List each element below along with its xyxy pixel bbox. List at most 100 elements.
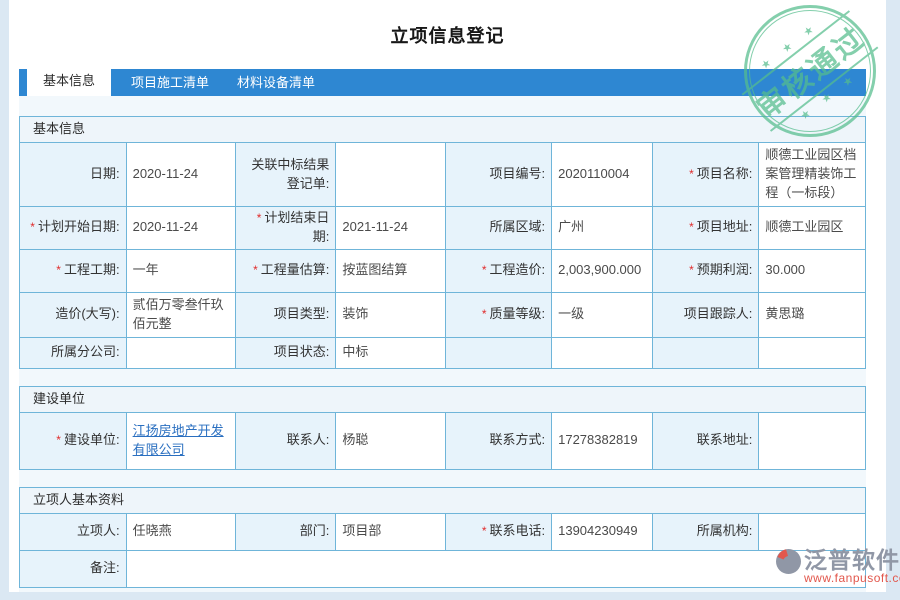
fanpu-logo: 泛普软件 www.fanpusoft.com	[775, 548, 900, 585]
field-label	[652, 337, 759, 368]
construction-unit-table: *建设单位: 江扬房地产开发有限公司 联系人: 杨聪 联系方式: 1727838…	[19, 412, 866, 470]
field-label-text: 项目跟踪人:	[684, 306, 753, 321]
field-value: 17278382819	[552, 412, 653, 469]
field-value	[759, 513, 866, 550]
field-label: 备注:	[20, 550, 127, 587]
field-value: 项目部	[336, 513, 445, 550]
field-label-text: 立项人:	[77, 523, 120, 538]
required-asterisk: *	[30, 220, 35, 234]
construction-unit-link[interactable]: 江扬房地产开发有限公司	[133, 423, 224, 457]
field-label-text: 日期:	[90, 166, 120, 181]
field-label-text: 联系地址:	[697, 432, 753, 447]
field-value: 贰佰万零叁仟玖佰元整	[126, 292, 235, 337]
fanpu-logo-text: 泛普软件 www.fanpusoft.com	[804, 548, 900, 585]
field-label: *质量等级:	[445, 292, 552, 337]
field-value: 2,003,900.000	[552, 249, 653, 292]
field-label: *工程造价:	[445, 249, 552, 292]
remark-value	[126, 550, 865, 587]
table-row: *建设单位: 江扬房地产开发有限公司 联系人: 杨聪 联系方式: 1727838…	[20, 412, 866, 469]
table-row: 备注:	[20, 550, 866, 587]
field-value: 装饰	[336, 292, 445, 337]
field-label: *计划开始日期:	[20, 207, 127, 250]
table-row: 造价(大写): 贰佰万零叁仟玖佰元整 项目类型: 装饰 *质量等级: 一级 项目…	[20, 292, 866, 337]
field-label-text: 备注:	[90, 560, 120, 575]
required-asterisk: *	[689, 220, 694, 234]
field-label-text: 项目类型:	[274, 306, 330, 321]
field-label-text: 所属机构:	[697, 523, 753, 538]
field-label-text: 项目名称:	[697, 166, 753, 181]
field-label: *工程工期:	[20, 249, 127, 292]
field-value: 2020-11-24	[126, 143, 235, 207]
table-row: *计划开始日期: 2020-11-24 *计划结束日期: 2021-11-24 …	[20, 207, 866, 250]
field-label-text: 预期利润:	[697, 262, 753, 277]
field-label-text: 计划结束日期:	[264, 210, 329, 244]
required-asterisk: *	[482, 263, 487, 277]
field-label: 项目编号:	[445, 143, 552, 207]
field-label-text: 工程工期:	[64, 262, 120, 277]
tab-project-construction-list[interactable]: 项目施工清单	[117, 69, 223, 96]
field-value: 中标	[336, 337, 445, 368]
field-value: 2021-11-24	[336, 207, 445, 250]
section-applicant-info: 立项人基本资料 立项人: 任晓燕 部门: 项目部 *联系电话: 13904230…	[19, 487, 866, 588]
fanpu-logo-url: www.fanpusoft.com	[804, 572, 900, 585]
basic-info-table: 日期: 2020-11-24 关联中标结果登记单: 项目编号: 20201100…	[19, 142, 866, 369]
field-label: 日期:	[20, 143, 127, 207]
page-title: 立项信息登记	[9, 0, 886, 48]
required-asterisk: *	[253, 263, 258, 277]
required-asterisk: *	[257, 211, 262, 225]
tab-basic-info[interactable]: 基本信息	[27, 66, 111, 96]
field-value: 江扬房地产开发有限公司	[126, 412, 235, 469]
applicant-info-table: 立项人: 任晓燕 部门: 项目部 *联系电话: 13904230949 所属机构…	[19, 513, 866, 588]
field-label: *项目地址:	[652, 207, 759, 250]
field-label-text: 质量等级:	[489, 306, 545, 321]
field-label: 部门:	[235, 513, 336, 550]
field-value: 一级	[552, 292, 653, 337]
field-label: 联系地址:	[652, 412, 759, 469]
field-value: 2020-11-24	[126, 207, 235, 250]
section-construction-unit-title: 建设单位	[19, 386, 866, 412]
field-value	[759, 412, 866, 469]
required-asterisk: *	[482, 524, 487, 538]
field-label-text: 工程造价:	[489, 262, 545, 277]
field-label-text: 工程量估算:	[261, 262, 330, 277]
field-value	[126, 337, 235, 368]
field-label-text: 项目状态:	[274, 344, 330, 359]
field-label	[445, 337, 552, 368]
required-asterisk: *	[482, 307, 487, 321]
field-label-text: 项目地址:	[697, 219, 753, 234]
field-label: 所属区域:	[445, 207, 552, 250]
field-value: 黄思璐	[759, 292, 866, 337]
field-value: 任晓燕	[126, 513, 235, 550]
field-value-project-name: 顺德工业园区档案管理精装饰工程（一标段）	[759, 143, 866, 207]
field-label: *项目名称:	[652, 143, 759, 207]
field-value: 广州	[552, 207, 653, 250]
section-construction-unit: 建设单位 *建设单位: 江扬房地产开发有限公司 联系人: 杨聪 联系方式: 17…	[19, 386, 866, 470]
field-label-text: 所属分公司:	[51, 344, 120, 359]
field-label: 所属机构:	[652, 513, 759, 550]
field-label-text: 计划开始日期:	[38, 219, 120, 234]
field-label-text: 联系人:	[287, 432, 330, 447]
required-asterisk: *	[689, 167, 694, 181]
field-label: *预期利润:	[652, 249, 759, 292]
form-panel: 基本信息 日期: 2020-11-24 关联中标结果登记单: 项目编号: 202…	[19, 96, 866, 592]
fanpu-logo-icon	[775, 548, 802, 575]
field-label: *建设单位:	[20, 412, 127, 469]
field-label-text: 部门:	[300, 523, 330, 538]
field-label: 关联中标结果登记单:	[235, 143, 336, 207]
required-asterisk: *	[689, 263, 694, 277]
field-label: 联系方式:	[445, 412, 552, 469]
field-label-text: 联系方式:	[489, 432, 545, 447]
section-basic-info-title: 基本信息	[19, 116, 866, 142]
field-label: 所属分公司:	[20, 337, 127, 368]
field-label: 项目状态:	[235, 337, 336, 368]
field-label: 项目跟踪人:	[652, 292, 759, 337]
field-value: 顺德工业园区	[759, 207, 866, 250]
field-value: 按蓝图结算	[336, 249, 445, 292]
field-label-text: 所属区域:	[489, 219, 545, 234]
field-label: *联系电话:	[445, 513, 552, 550]
field-label-text: 联系电话:	[489, 523, 545, 538]
tab-material-equipment-list[interactable]: 材料设备清单	[223, 69, 329, 96]
field-label-text: 建设单位:	[64, 432, 120, 447]
field-value: 一年	[126, 249, 235, 292]
section-basic-info: 基本信息 日期: 2020-11-24 关联中标结果登记单: 项目编号: 202…	[19, 116, 866, 369]
